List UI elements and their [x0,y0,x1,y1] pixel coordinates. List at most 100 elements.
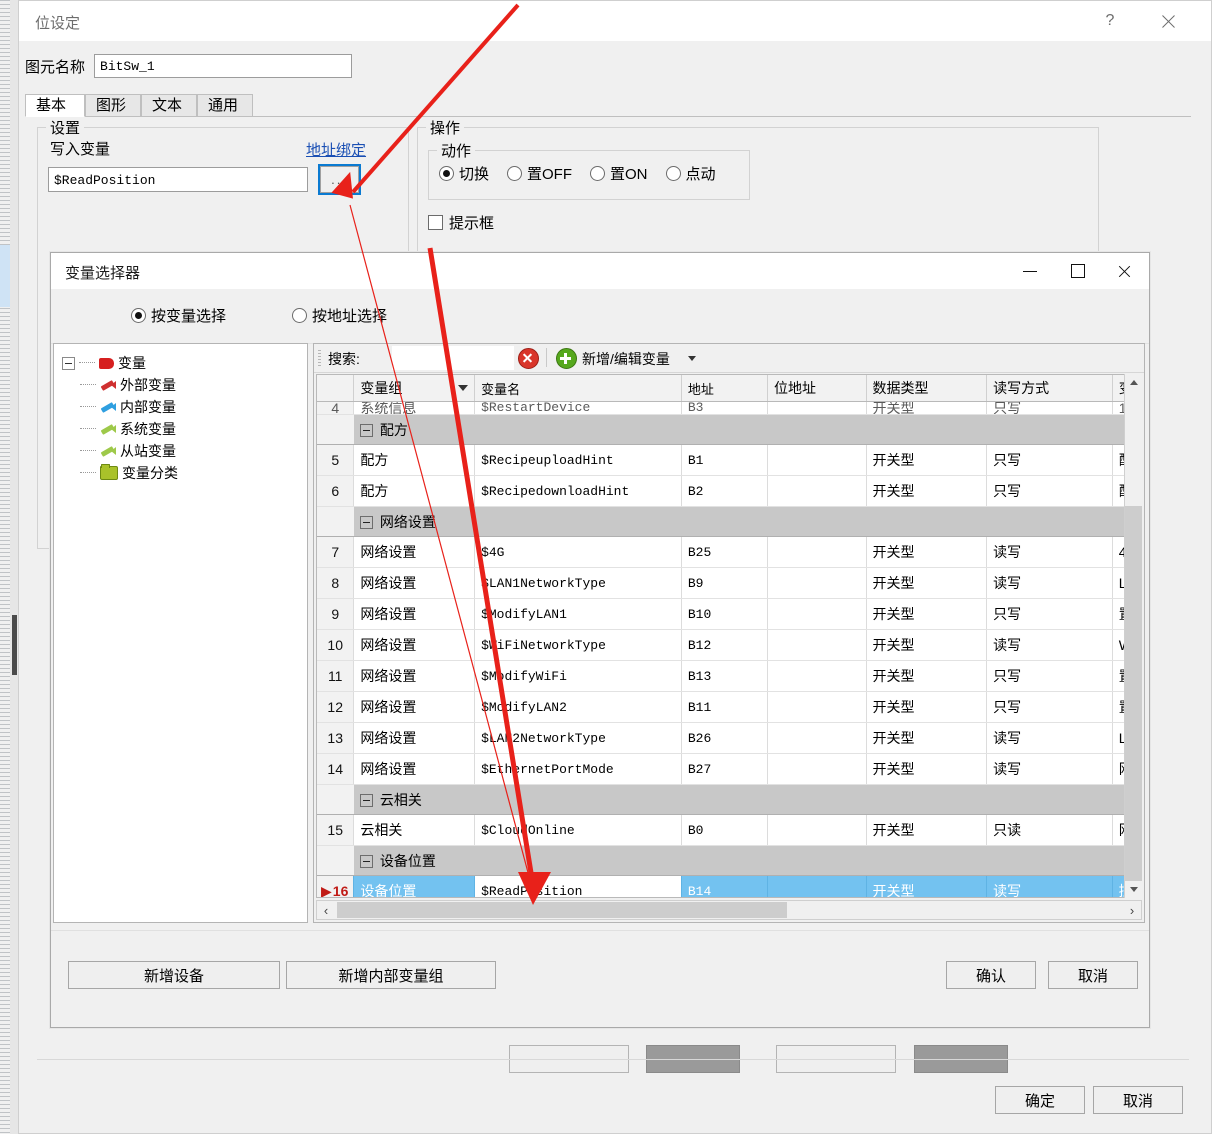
table-row[interactable]: 14 网络设置 $EthernetPortMode B27 开关型 读写 网口模… [317,753,1141,785]
variable-grid[interactable]: 变量组 变量名 地址 位地址 数据类型 读写方式 变量描述 [316,374,1142,898]
tree-node-system[interactable]: 系统变量 [76,418,178,440]
group-label-cell[interactable]: 配方 [353,414,1141,445]
cell-rw-mode: 读写 [986,629,1113,661]
browse-variable-button[interactable]: ... [318,164,361,195]
cell-address: B3 [681,401,769,415]
tree-node-slave-label: 从站变量 [120,443,176,459]
maximize-icon[interactable] [1055,253,1101,289]
tree-node-slave[interactable]: 从站变量 [76,440,178,462]
column-header-address[interactable]: 地址 [681,375,769,402]
vertical-scroll-thumb[interactable] [1125,506,1142,896]
table-row[interactable]: 15 云相关 $CloudOnline B0 开关型 只读 网络标志，0: 离线… [317,814,1141,846]
table-row-selected[interactable]: ▶16 设备位置 $ReadPosition B14 开关型 读写 控制是否读取… [317,875,1141,897]
new-internal-variable-group-button[interactable]: 新增内部变量组 [286,961,496,989]
editor-drag-handle[interactable] [12,615,17,675]
radio-set-off[interactable]: 置OFF [507,163,572,184]
column-header-bit-address[interactable]: 位地址 [767,375,867,402]
radio-select-by-address[interactable]: 按地址选择 [292,305,387,326]
table-group-row[interactable]: 网络设置 [317,506,1141,537]
table-row[interactable]: 13 网络设置 $LAN2NetworkType B26 开关型 读写 LAN2… [317,722,1141,754]
ok-button[interactable]: 确定 [995,1086,1085,1114]
cell-name-editor[interactable]: $ReadPosition [474,875,682,897]
tree-node-external[interactable]: 外部变量 [76,374,178,396]
table-row[interactable]: 6 配方 $RecipedownloadHint B2 开关型 只写 配方下载成… [317,475,1141,507]
close-icon[interactable] [1101,253,1147,289]
radio-set-on[interactable]: 置ON [590,163,648,184]
tree-node-internal[interactable]: 内部变量 [76,396,178,418]
scroll-left-icon[interactable]: ‹ [317,901,335,919]
toolbar-gripper[interactable] [318,350,321,366]
add-edit-variable-button[interactable]: 新增/编辑变量 [582,349,670,369]
tree-node-category[interactable]: 变量分类 [76,462,178,484]
element-name-input[interactable]: BitSw_1 [94,54,353,78]
table-row[interactable]: 12 网络设置 $ModifyLAN2 B11 开关型 只写 置1时，更新 LA… [317,691,1141,723]
grid-horizontal-scrollbar[interactable]: ‹ › [316,900,1142,920]
table-group-row[interactable]: 配方 [317,414,1141,445]
variable-grid-panel: 搜索: 新增/编辑变量 变量组 变量名 地址 位地址 数据类型 读写方式 4 系… [313,343,1145,923]
element-name-row: 图元名称 BitSw_1 [25,54,353,78]
chevron-down-icon[interactable] [688,356,696,361]
group-label-cell[interactable]: 设备位置 [353,845,1141,876]
close-icon[interactable] [1145,1,1191,41]
table-row[interactable]: 8 网络设置 $LAN1NetworkType B9 开关型 读写 LAN1的网… [317,567,1141,599]
radio-jog[interactable]: 点动 [665,163,716,184]
tree-collapse-icon[interactable] [62,356,75,370]
tree-node-root[interactable]: 变量 [62,352,178,374]
table-row[interactable]: 10 网络设置 $WiFiNetworkType B12 开关型 读写 WiFi… [317,629,1141,661]
sort-down-icon[interactable] [458,385,469,391]
cell-name: $LAN2NetworkType [474,722,682,754]
red-tag-icon [99,357,114,369]
tab-general[interactable]: 通用 [197,94,253,116]
cell-name: $WiFiNetworkType [474,629,682,661]
table-row[interactable]: 11 网络设置 $ModifyWiFi B13 开关型 只写 置1时，更新当前W… [317,660,1141,692]
cell-name: $ModifyLAN2 [474,691,682,723]
column-header-group[interactable]: 变量组 [353,375,476,402]
variable-selector-footer: 新增设备 新增内部变量组 确认 取消 [51,930,1149,1027]
column-header-data-type[interactable]: 数据类型 [866,375,988,402]
cancel-button[interactable]: 取消 [1093,1086,1183,1114]
write-variable-input[interactable]: $ReadPosition [48,167,308,192]
scroll-down-icon[interactable] [1125,881,1142,898]
search-input[interactable] [392,346,514,370]
tab-graphic[interactable]: 图形 [85,94,141,116]
clear-icon[interactable] [518,348,539,369]
column-header-index[interactable] [317,375,355,402]
radio-toggle[interactable]: 切换 [439,163,489,184]
group-label-cell[interactable]: 云相关 [353,784,1141,815]
help-icon[interactable]: ? [1087,1,1133,41]
write-variable-label: 写入变量 [50,141,111,158]
tab-basic[interactable]: 基本 [25,94,85,117]
column-header-rw-mode[interactable]: 读写方式 [986,375,1113,402]
horizontal-scroll-thumb[interactable] [337,902,787,918]
tab-text[interactable]: 文本 [141,94,197,116]
table-row[interactable]: 4 系统信息 $RestartDevice B3 开关型 只写 1:重启设备 [317,401,1141,415]
group-collapse-icon[interactable] [359,516,373,530]
cancel-button[interactable]: 取消 [1048,961,1138,989]
table-row[interactable]: 5 配方 $RecipeuploadHint B1 开关型 只写 配方上载成功提… [317,444,1141,476]
cell-bit-address [767,598,867,630]
scroll-right-icon[interactable]: › [1123,901,1141,919]
cell-name: $CloudOnline [474,814,682,846]
table-row[interactable]: 7 网络设置 $4G B25 开关型 读写 4G卡开关,0:关,1:开 [317,536,1141,568]
group-collapse-icon[interactable] [359,424,373,438]
confirm-button[interactable]: 确认 [946,961,1036,989]
group-label-cell[interactable]: 网络设置 [353,506,1141,537]
new-device-button[interactable]: 新增设备 [68,961,280,989]
table-group-row[interactable]: 云相关 [317,784,1141,815]
hint-box-checkbox[interactable]: 提示框 [428,212,494,233]
column-header-name[interactable]: 变量名 [474,375,682,402]
group-collapse-icon[interactable] [359,794,373,808]
add-icon[interactable] [556,348,577,369]
radio-select-by-variable[interactable]: 按变量选择 [131,305,226,326]
group-collapse-icon[interactable] [359,855,373,869]
radio-toggle-label: 切换 [459,166,490,183]
address-bind-link[interactable]: 地址绑定 [306,139,366,160]
grid-vertical-scrollbar[interactable] [1124,374,1142,898]
cell-rw-mode: 只写 [986,444,1113,476]
cell-address: B10 [681,598,769,630]
table-row[interactable]: 9 网络设置 $ModifyLAN1 B10 开关型 只写 置1时，更新 LAN… [317,598,1141,630]
scroll-up-icon[interactable] [1125,374,1142,391]
help-glyph: ? [1105,12,1115,29]
minimize-icon[interactable] [1007,253,1053,289]
table-group-row[interactable]: 设备位置 [317,845,1141,876]
